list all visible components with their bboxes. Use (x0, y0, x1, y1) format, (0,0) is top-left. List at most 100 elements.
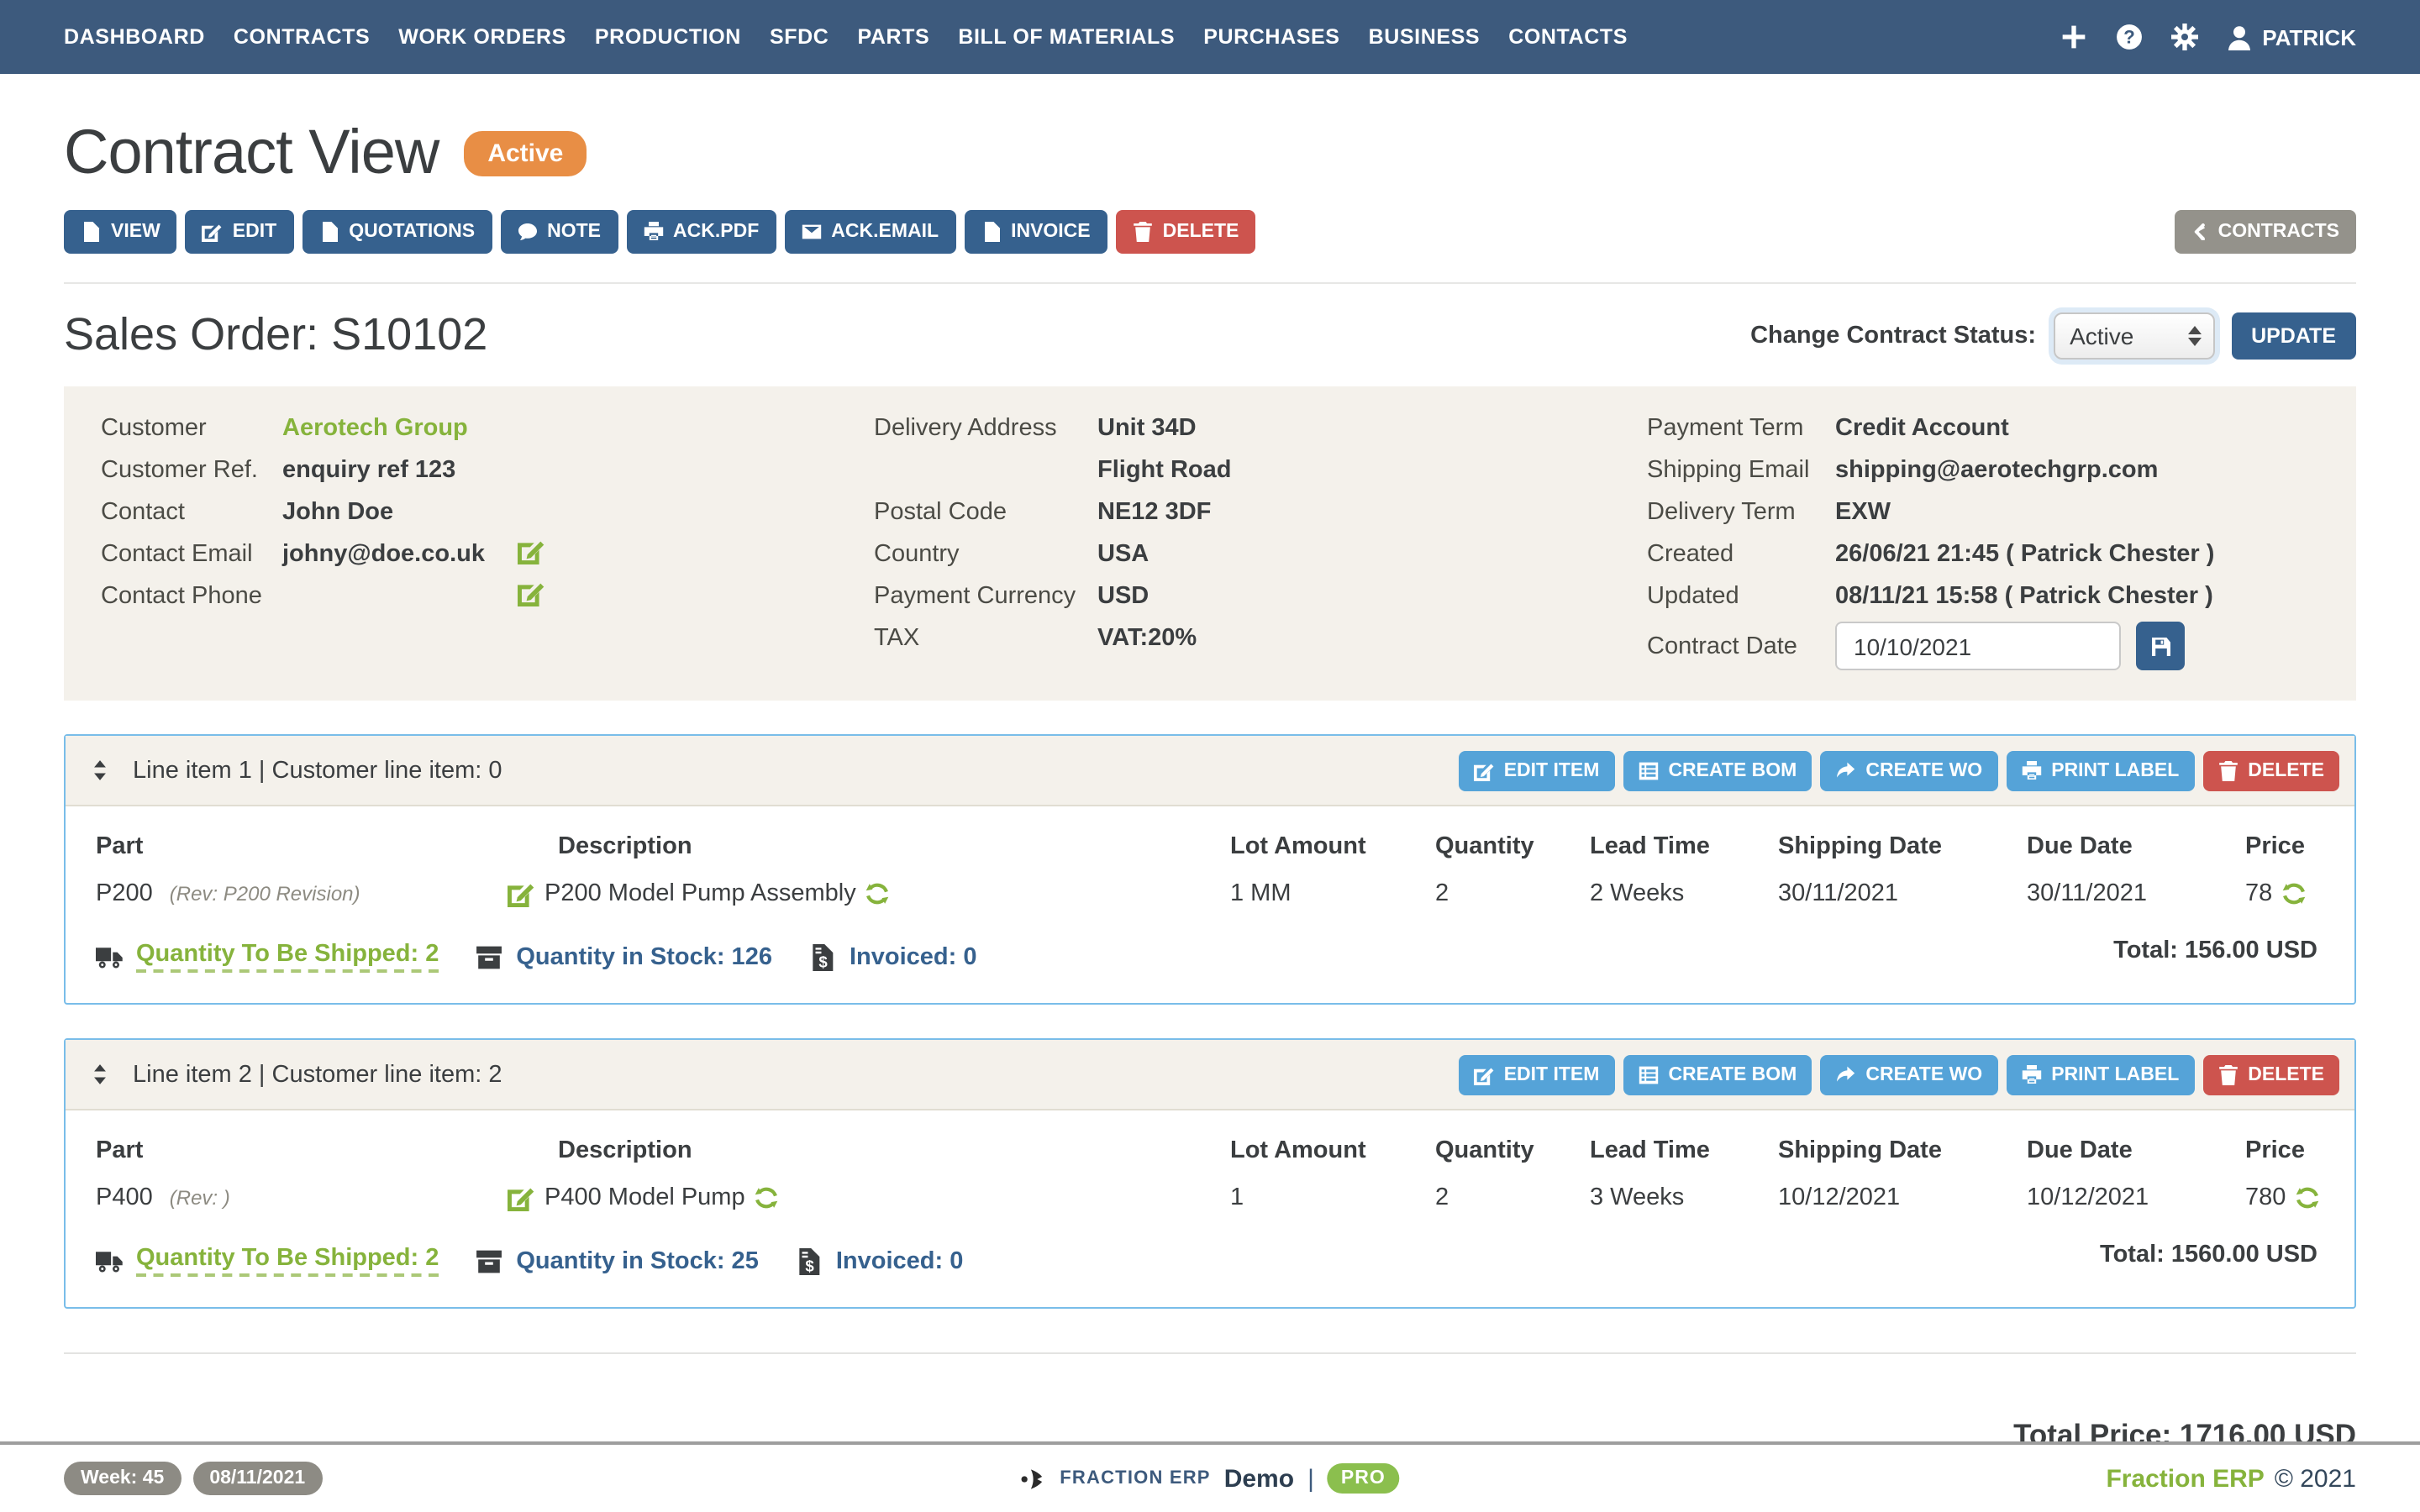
nav-purchases[interactable]: PURCHASES (1203, 25, 1339, 49)
payment-currency-row: Payment Currency USD (874, 580, 1647, 613)
col-header-quantity: Quantity (1435, 1127, 1590, 1181)
divider (64, 1352, 2356, 1354)
contract-status-value: Active (2070, 322, 2133, 349)
create-wo-button[interactable]: CREATE WO (1820, 1054, 1997, 1095)
invoice-button[interactable]: INVOICE (964, 210, 1107, 254)
plus-icon[interactable] (2060, 24, 2087, 50)
edit-icon (203, 222, 223, 242)
contract-status-select[interactable]: Active (2053, 312, 2214, 359)
nav-contacts[interactable]: CONTACTS (1508, 25, 1628, 49)
qty-in-stock: Quantity in Stock: 25 (476, 1247, 758, 1274)
create-bom-button[interactable]: CREATE BOM (1623, 1054, 1812, 1095)
print-label-button[interactable]: PRINT LABEL (2006, 750, 2194, 790)
redo-arrow-icon (1835, 760, 1855, 780)
delivery-term-row: Delivery Term EXW (1647, 496, 2319, 529)
divider (64, 282, 2356, 284)
edit-phone-icon[interactable] (518, 580, 544, 606)
delete-button[interactable]: DELETE (1116, 210, 1256, 254)
invoice-dollar-icon: $ (796, 1247, 823, 1274)
delete-line-item-button[interactable]: DELETE (2202, 750, 2339, 790)
lead-time-cell: 3 Weeks (1590, 1181, 1778, 1218)
edit-item-button[interactable]: EDIT ITEM (1459, 750, 1615, 790)
invoiced: $ Invoiced: 0 (809, 943, 977, 970)
footer-env: Demo (1224, 1464, 1294, 1493)
file-icon (981, 222, 1001, 242)
updated-row: Updated 08/11/21 15:58 ( Patrick Chester… (1647, 580, 2319, 613)
edit-item-button[interactable]: EDIT ITEM (1459, 1054, 1615, 1095)
status-badge: Active (464, 130, 587, 176)
customer-link[interactable]: Aerotech Group (282, 412, 468, 445)
print-label-button[interactable]: PRINT LABEL (2006, 1054, 2194, 1095)
col-header-due-date: Due Date (2027, 823, 2245, 877)
note-button[interactable]: NOTE (500, 210, 618, 254)
contract-date-row: Contract Date (1647, 622, 2319, 670)
user-menu[interactable]: PATRICK (2227, 24, 2356, 50)
print-icon (2021, 760, 2041, 780)
contract-date-input[interactable] (1835, 622, 2121, 670)
edit-email-icon[interactable] (518, 538, 544, 564)
quantity-cell: 2 (1435, 1181, 1590, 1218)
ack-pdf-button[interactable]: ACK.PDF (626, 210, 776, 254)
col-header-part: Part (96, 1127, 508, 1181)
refresh-price-icon[interactable] (2296, 1186, 2319, 1210)
field-value: shipping@aerotechgrp.com (1835, 454, 2158, 487)
create-bom-button[interactable]: CREATE BOM (1623, 750, 1812, 790)
pro-badge: PRO (1328, 1463, 1399, 1494)
price-cell: 780 (2245, 1181, 2324, 1218)
edit-button[interactable]: EDIT (186, 210, 293, 254)
field-label: Customer Ref. (101, 454, 282, 487)
nav-business[interactable]: BUSINESS (1369, 25, 1481, 49)
details-column-delivery: Delivery Address Unit 34D Flight Road Po… (874, 412, 1647, 679)
postal-code-row: Postal Code NE12 3DF (874, 496, 1647, 529)
delete-line-item-button[interactable]: DELETE (2202, 1054, 2339, 1095)
nav-dashboard[interactable]: DASHBOARD (64, 25, 205, 49)
nav-production[interactable]: PRODUCTION (595, 25, 741, 49)
trash-icon (1133, 222, 1153, 242)
field-value: NE12 3DF (1097, 496, 1211, 529)
lead-time-cell: 2 Weeks (1590, 877, 1778, 914)
quotations-button[interactable]: QUOTATIONS (302, 210, 492, 254)
help-icon[interactable]: ? (2116, 24, 2143, 50)
col-header-shipping-date: Shipping Date (1778, 823, 2027, 877)
refresh-price-icon[interactable] (2282, 882, 2306, 906)
edit-description-icon[interactable] (508, 880, 534, 907)
contact-phone-row: Contact Phone (101, 580, 874, 613)
field-label: Contract Date (1647, 629, 1835, 663)
nav-sfdc[interactable]: SFDC (770, 25, 829, 49)
sort-handle-icon[interactable] (89, 1063, 111, 1085)
save-contract-date-button[interactable] (2136, 622, 2185, 670)
qty-to-ship-link[interactable]: Quantity To Be Shipped: 2 (96, 1245, 439, 1277)
nav-contracts[interactable]: CONTRACTS (234, 25, 370, 49)
refresh-description-icon[interactable] (755, 1186, 779, 1210)
footer-copyright-brand[interactable]: Fraction ERP (2106, 1464, 2264, 1493)
gear-icon[interactable] (2171, 24, 2198, 50)
update-status-button[interactable]: UPDATE (2231, 312, 2356, 359)
qty-to-ship-link[interactable]: Quantity To Be Shipped: 2 (96, 941, 439, 973)
field-value: Unit 34D (1097, 412, 1197, 445)
nav-bill-of-materials[interactable]: BILL OF MATERIALS (958, 25, 1175, 49)
back-to-contracts-button[interactable]: CONTRACTS (2175, 210, 2356, 254)
sales-order-heading: Sales Order: S10102 (64, 309, 487, 361)
field-value: USA (1097, 538, 1149, 571)
refresh-description-icon[interactable] (866, 882, 890, 906)
col-header-lead-time: Lead Time (1590, 823, 1778, 877)
chevron-left-icon (2191, 223, 2208, 240)
edit-description-icon[interactable] (508, 1184, 534, 1211)
trash-icon (2217, 760, 2238, 780)
nav-work-orders[interactable]: WORK ORDERS (398, 25, 566, 49)
create-wo-button[interactable]: CREATE WO (1820, 750, 1997, 790)
delivery-address-row: Delivery Address Unit 34D (874, 412, 1647, 445)
shipping-email-row: Shipping Email shipping@aerotechgrp.com (1647, 454, 2319, 487)
field-label: Contact (101, 496, 282, 529)
contract-details-panel: Customer Aerotech Group Customer Ref. en… (64, 386, 2356, 701)
col-header-lead-time: Lead Time (1590, 1127, 1778, 1181)
sort-handle-icon[interactable] (89, 759, 111, 781)
nav-parts[interactable]: PARTS (857, 25, 929, 49)
stock-box-icon (476, 1247, 502, 1274)
stock-box-icon (476, 943, 502, 970)
view-button[interactable]: VIEW (64, 210, 177, 254)
customer-row: Customer Aerotech Group (101, 412, 874, 445)
ack-email-button[interactable]: ACK.EMAIL (784, 210, 955, 254)
field-label: Payment Currency (874, 580, 1097, 613)
invoiced: $ Invoiced: 0 (796, 1247, 964, 1274)
